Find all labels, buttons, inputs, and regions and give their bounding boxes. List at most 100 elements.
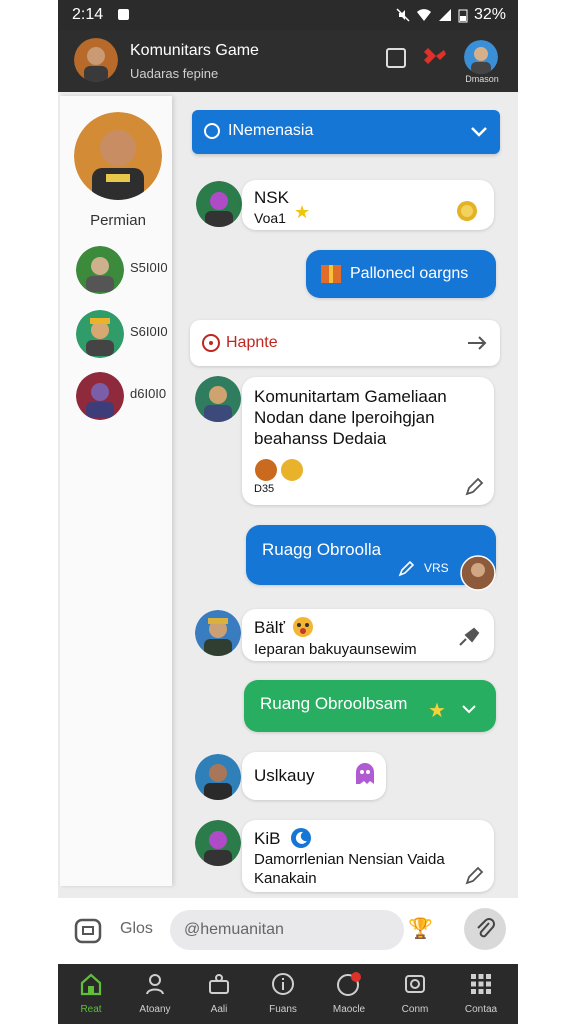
reaction-icons [255,459,303,481]
nav-people[interactable]: Atoany [126,970,184,1022]
outgoing-message[interactable]: Ruang Obroolbsam ★ [244,680,496,732]
member-avatar [76,372,124,420]
message-input[interactable] [170,910,404,950]
message-text: Ruang Obroolbsam [260,694,408,713]
group-avatar[interactable] [74,38,118,82]
rocket-icon[interactable] [458,627,480,647]
nav-home[interactable]: Reat [62,970,120,1022]
record-icon [202,334,220,352]
nav-label: Reat [80,1004,102,1015]
nav-label: Contaa [464,1004,498,1015]
sender-avatar[interactable] [195,820,241,866]
message-bubble[interactable]: Uslkauy [242,752,386,800]
message-bubble[interactable]: Komunitartam Gameliaan Nodan dane lperoi… [242,377,494,505]
attach-button[interactable] [464,908,506,950]
bottom-navigation: Reat Atoany Aali Fuans Maocle Conm Conta… [58,964,518,1024]
member-value: d6I0I0 [130,386,167,401]
phone-screen: 2:14 32% Komunitars Game Uadaras fepine … [58,0,518,1024]
arrow-right-icon[interactable] [466,332,488,354]
app-header: Komunitars Game Uadaras fepine Dmason [58,30,518,92]
nav-more[interactable]: Contaa [452,970,510,1022]
status-time: 2:14 [72,6,104,23]
check-circle-icon [204,123,220,139]
moon-icon [291,828,311,848]
composer-label: Glos [120,920,153,937]
sender-sub: Voa1 [254,210,286,226]
message-bubble[interactable]: Bälť Ieparan bakuyaunsewim [242,609,494,661]
channel-select[interactable]: INemenasia [192,110,500,154]
outgoing-message[interactable]: Pallonecl oargns [306,250,496,298]
profile-name: Permian [90,212,146,229]
alert-row[interactable]: Hapnte [190,320,500,366]
notification-icon [337,972,361,996]
chevron-down-icon[interactable] [460,702,478,716]
edit-icon[interactable] [464,477,484,497]
info-icon [272,973,294,995]
sender-name: KiB [254,829,281,848]
gift-icon [321,265,341,283]
status-bar: 2:14 32% [58,0,518,30]
nav-contacts[interactable]: Aali [190,970,248,1022]
notification-square-icon [118,9,129,20]
sender-name: Uslkauy [254,766,315,785]
message-tag: VRS [424,561,449,575]
message-text: Ieparan bakuyaunsewim [254,641,417,658]
gamepad-icon[interactable] [422,44,448,70]
alert-label: Hapnte [226,334,278,351]
page-title: Komunitars Game [130,42,259,59]
message-text: Ruagg Obroolla [262,540,382,559]
member-avatar [76,246,124,294]
coin-icon [457,201,477,221]
nav-label: Aali [210,1004,228,1015]
sticker-icon[interactable] [72,914,104,946]
nav-info[interactable]: Fuans [254,970,312,1022]
sender-avatar[interactable] [195,754,241,800]
battery-level: 32% [473,6,506,23]
nav-label: Conm [401,1004,429,1015]
user-avatar[interactable] [464,40,498,74]
nav-messages[interactable]: Conm [386,970,444,1022]
nav-label: Fuans [269,1004,297,1015]
battery-icon [458,9,468,22]
member-sidebar: Permian S5I0I0 S6I0I0 d6I0I0 [60,96,172,886]
message-text: Pallonecl oargns [350,265,469,282]
sender-avatar[interactable] [195,376,241,422]
signal-icon [438,9,451,21]
channel-select-label: INemenasia [228,122,314,139]
sender-avatar[interactable] [195,610,241,656]
message-bubble[interactable]: KiB Damorrlenian Nensian Vaida Kanakain [242,820,494,892]
message-composer: Glos 🏆 [58,898,518,964]
sender-name: NSK [254,188,289,207]
chevron-down-icon [471,127,487,137]
sender-name: Bälť [254,618,285,637]
sender-avatar[interactable] [196,181,242,227]
nav-notifications[interactable]: Maocle [320,970,378,1022]
message-meta: D35 [254,483,275,495]
message-bubble[interactable]: NSK Voa1 ★ [242,180,494,230]
message-text: Damorrlenian Nensian Vaida Kanakain [254,851,445,887]
message-text: Komunitartam Gameliaan Nodan dane lperoi… [254,387,447,448]
user-label: Dmason [465,74,499,84]
profile-avatar[interactable] [74,112,162,200]
contacts-icon [209,974,229,994]
ghost-icon [356,763,374,784]
emoji-icon [293,617,313,637]
trophy-icon[interactable]: 🏆 [408,916,433,941]
edit-icon[interactable] [464,866,484,886]
member-value: S5I0I0 [130,260,168,275]
page-subtitle: Uadaras fepine [130,66,219,81]
compose-icon[interactable] [386,48,406,68]
mute-icon [396,8,410,22]
nav-label: Atoany [139,1004,171,1015]
people-icon [146,974,164,995]
wifi-icon [416,9,431,21]
member-avatar [76,310,124,358]
paperclip-icon [477,918,495,938]
message-icon [405,975,425,993]
sender-avatar [460,555,496,591]
star-icon: ★ [428,700,446,722]
edit-icon [398,560,415,577]
home-icon [80,973,102,996]
grid-icon [471,974,491,994]
outgoing-message[interactable]: Ruagg Obroolla VRS [246,525,496,591]
